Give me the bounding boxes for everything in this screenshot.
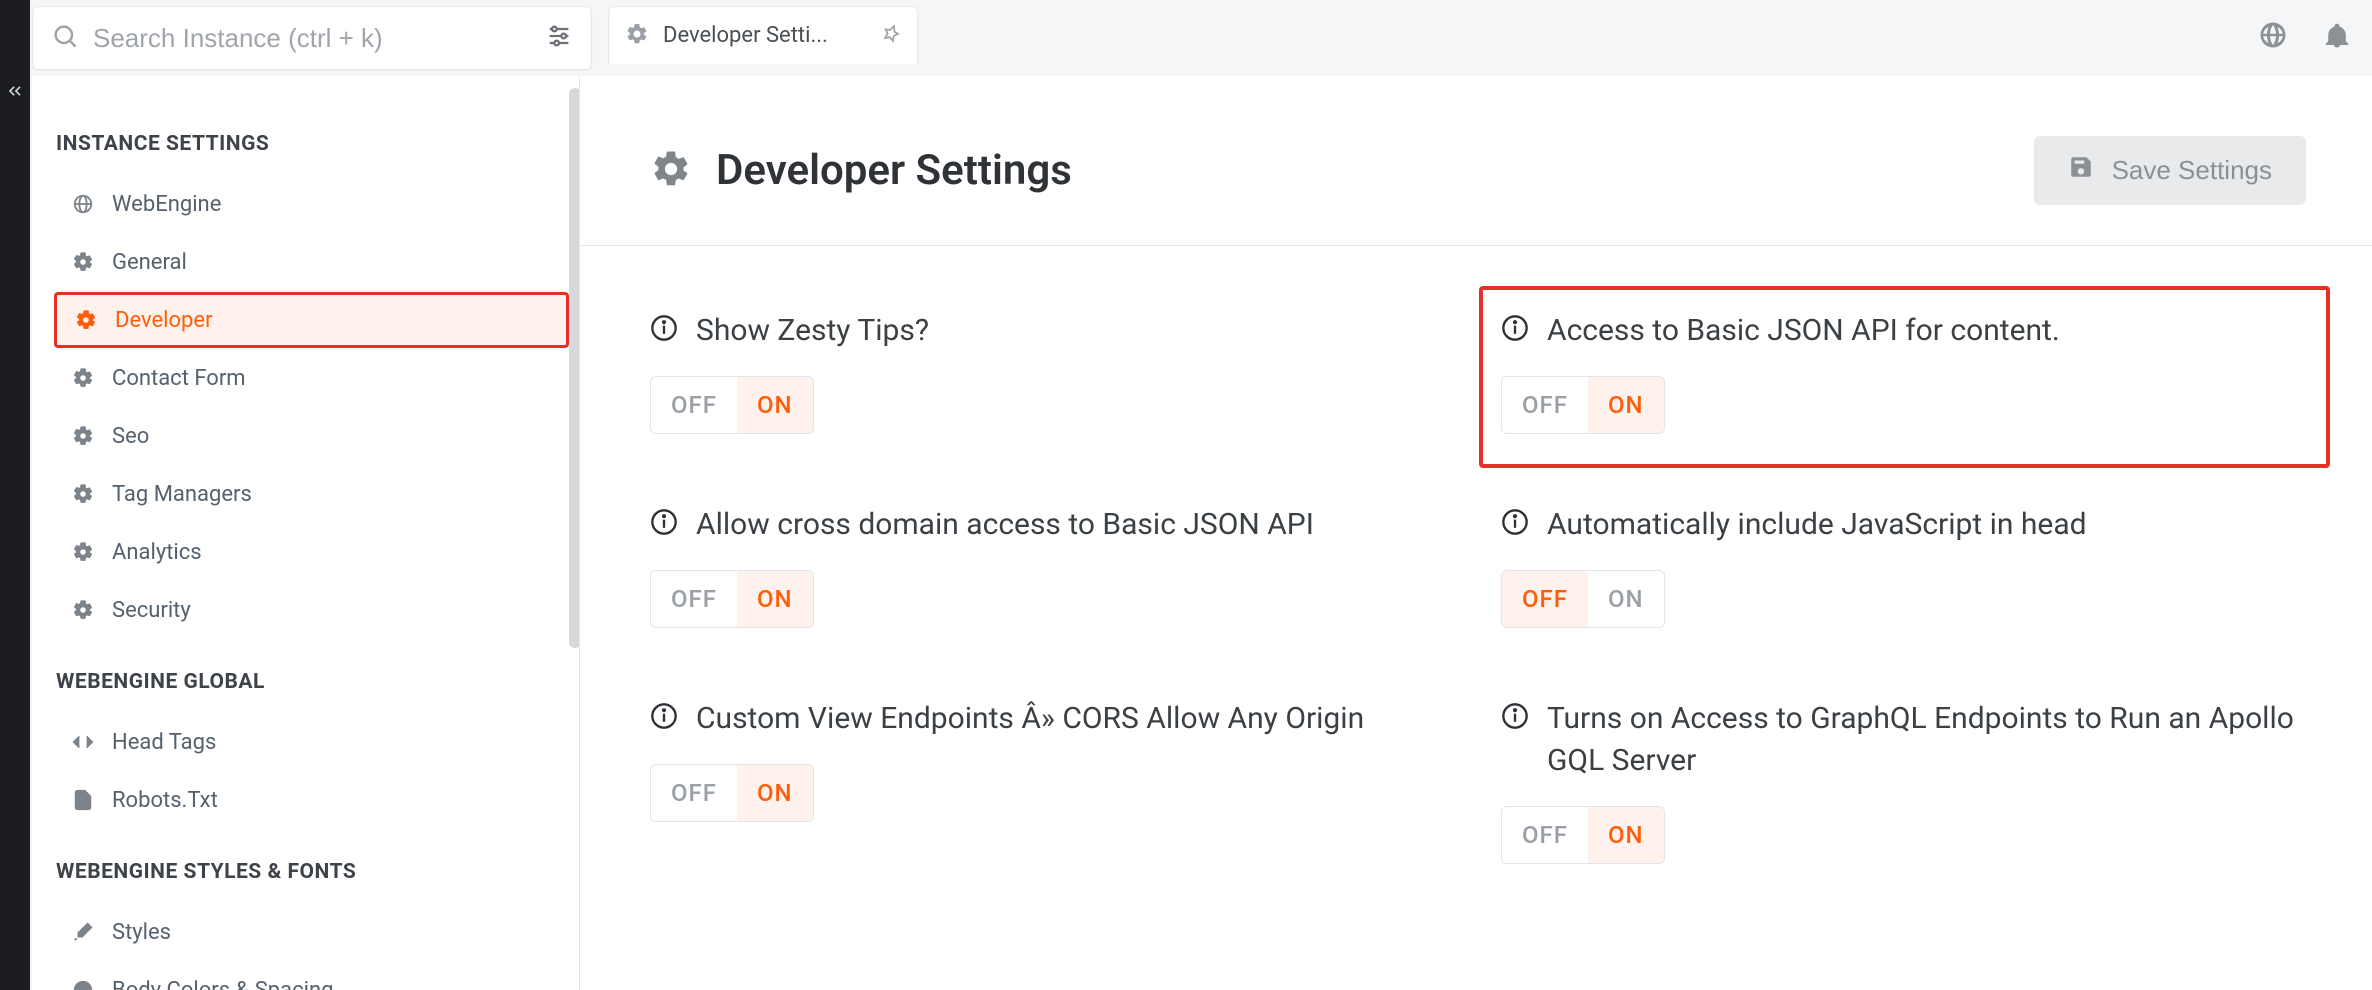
save-settings-button[interactable]: Save Settings (2034, 136, 2306, 205)
toggle[interactable]: OFFON (650, 376, 814, 434)
toggle-on[interactable]: ON (1588, 807, 1664, 863)
sidebar-item-label: Developer (115, 308, 213, 333)
toggle-off[interactable]: OFF (651, 765, 737, 821)
gear-icon (625, 22, 649, 50)
collapse-nav-button[interactable] (0, 78, 30, 108)
sidebar-item-webengine[interactable]: WebEngine (54, 176, 569, 232)
sidebar-item-label: Security (112, 598, 191, 623)
sidebar-item-label: Tag Managers (112, 482, 252, 507)
sidebar-item-analytics[interactable]: Analytics (54, 524, 569, 580)
scrollbar-thumb[interactable] (569, 88, 580, 648)
setting-label: Show Zesty Tips? (696, 310, 929, 352)
setting-item: Custom View Endpoints Â» CORS Allow Any … (650, 698, 1451, 864)
toggle-on[interactable]: ON (737, 571, 813, 627)
info-icon[interactable] (650, 504, 678, 540)
gear-icon (72, 541, 94, 563)
sidebar: INSTANCE SETTINGS WebEngine General Develop… (32, 76, 580, 990)
gear-icon (72, 425, 94, 447)
setting-label: Custom View Endpoints Â» CORS Allow Any … (696, 698, 1364, 740)
gear-icon (72, 367, 94, 389)
sidebar-item-robots-txt[interactable]: Robots.Txt (54, 772, 569, 828)
sidebar-item-label: Body Colors & Spacing (112, 978, 333, 990)
pin-icon[interactable] (881, 24, 901, 48)
sidebar-item-label: Head Tags (112, 730, 216, 755)
setting-item: Access to Basic JSON API for content. OFF… (1479, 286, 2330, 468)
setting-label: Turns on Access to GraphQL Endpoints to … (1547, 698, 2302, 782)
sidebar-item-label: Analytics (112, 540, 202, 565)
sidebar-section-header: WEBENGINE STYLES & FONTS (56, 860, 569, 884)
setting-label: Allow cross domain access to Basic JSON … (696, 504, 1314, 546)
globe-icon[interactable] (2258, 20, 2288, 54)
left-rail (0, 0, 30, 990)
toggle-on[interactable]: ON (737, 377, 813, 433)
gear-icon (72, 599, 94, 621)
brush-icon (72, 921, 94, 943)
toggle[interactable]: OFFON (1501, 570, 1665, 628)
sidebar-item-label: General (112, 250, 187, 275)
sidebar-item-head-tags[interactable]: Head Tags (54, 714, 569, 770)
tab-developer-settings[interactable]: Developer Setti... (608, 6, 918, 64)
toggle-off[interactable]: OFF (651, 571, 737, 627)
settings-grid: Show Zesty Tips?OFFONAccess to Basic JSO… (580, 246, 2372, 904)
info-icon[interactable] (650, 698, 678, 734)
sidebar-item-body-colors-spacing[interactable]: Body Colors & Spacing (54, 962, 569, 990)
sidebar-item-label: Robots.Txt (112, 788, 218, 813)
main-panel: Developer Settings Save Settings Show Ze… (580, 76, 2372, 990)
toggle-off[interactable]: OFF (1502, 377, 1588, 433)
sidebar-item-label: Styles (112, 920, 171, 945)
search-instance[interactable] (32, 6, 592, 70)
sidebar-item-general[interactable]: General (54, 234, 569, 290)
toggle-on[interactable]: ON (1588, 571, 1664, 627)
gear-icon (72, 251, 94, 273)
bell-icon[interactable] (2322, 20, 2352, 54)
toggle-on[interactable]: ON (737, 765, 813, 821)
chevron-double-left-icon (5, 81, 25, 105)
sidebar-item-contact-form[interactable]: Contact Form (54, 350, 569, 406)
setting-item: Show Zesty Tips? OFFON (650, 310, 1451, 434)
setting-label: Access to Basic JSON API for content. (1547, 310, 2060, 352)
toggle[interactable]: OFFON (1501, 806, 1665, 864)
setting-label: Automatically include JavaScript in head (1547, 504, 2087, 546)
gear-icon (650, 148, 692, 194)
palette-icon (72, 979, 94, 990)
toggle[interactable]: OFFON (650, 570, 814, 628)
toggle[interactable]: OFFON (1501, 376, 1665, 434)
sidebar-item-seo[interactable]: Seo (54, 408, 569, 464)
globe-icon (72, 193, 94, 215)
sidebar-item-security[interactable]: Security (54, 582, 569, 638)
info-icon[interactable] (1501, 310, 1529, 346)
sidebar-item-styles[interactable]: Styles (54, 904, 569, 960)
toggle-off[interactable]: OFF (1502, 807, 1588, 863)
sidebar-item-developer[interactable]: Developer (54, 292, 569, 348)
toggle-off[interactable]: OFF (1502, 571, 1588, 627)
toggle[interactable]: OFFON (650, 764, 814, 822)
sidebar-section-header: WEBENGINE GLOBAL (56, 670, 569, 694)
info-icon[interactable] (650, 310, 678, 346)
gear-icon (72, 483, 94, 505)
info-icon[interactable] (1501, 504, 1529, 540)
page-header: Developer Settings Save Settings (580, 76, 2372, 246)
file-icon (72, 789, 94, 811)
page-title: Developer Settings (716, 146, 1072, 195)
sliders-icon[interactable] (545, 22, 573, 54)
search-icon (51, 22, 79, 54)
code-icon (72, 731, 94, 753)
sidebar-item-label: WebEngine (112, 192, 221, 217)
toggle-off[interactable]: OFF (651, 377, 737, 433)
save-icon (2068, 154, 2094, 187)
sidebar-item-label: Contact Form (112, 366, 246, 391)
sidebar-section-header: INSTANCE SETTINGS (56, 132, 569, 156)
setting-item: Turns on Access to GraphQL Endpoints to … (1501, 698, 2302, 864)
sidebar-item-tag-managers[interactable]: Tag Managers (54, 466, 569, 522)
sidebar-item-label: Seo (112, 424, 149, 449)
toggle-on[interactable]: ON (1588, 377, 1664, 433)
setting-item: Automatically include JavaScript in head… (1501, 504, 2302, 628)
search-input[interactable] (93, 23, 531, 54)
info-icon[interactable] (1501, 698, 1529, 734)
setting-item: Allow cross domain access to Basic JSON … (650, 504, 1451, 628)
save-button-label: Save Settings (2112, 155, 2272, 186)
tab-label: Developer Setti... (663, 23, 867, 48)
gear-icon (75, 309, 97, 331)
